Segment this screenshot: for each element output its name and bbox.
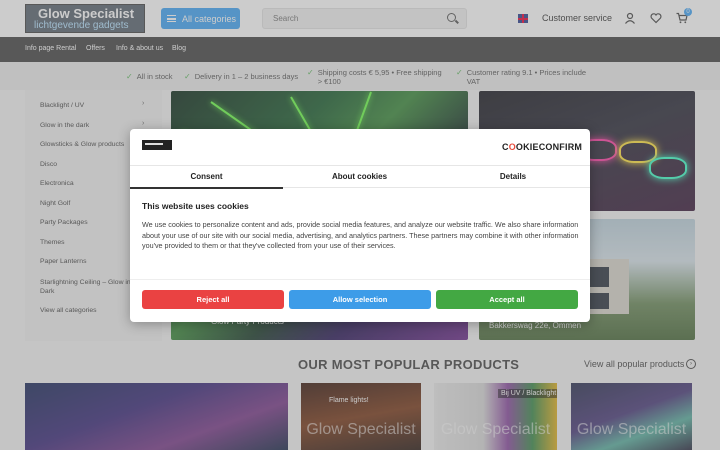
tab-about-cookies[interactable]: About cookies: [283, 172, 436, 181]
site-logo-small: [142, 140, 172, 150]
cookieconfirm-logo-rest: OKIECONFIRM: [515, 142, 583, 152]
cookie-title: This website uses cookies: [142, 201, 249, 211]
cookieconfirm-logo-o: O: [508, 142, 516, 152]
cookie-consent-dialog: COOKIECONFIRM Consent About cookies Deta…: [130, 129, 590, 322]
allow-selection-button[interactable]: Allow selection: [289, 290, 431, 309]
cookie-description: We use cookies to personalize content an…: [142, 220, 579, 250]
active-tab-indicator: [130, 187, 283, 189]
cookieconfirm-logo: COOKIECONFIRM: [502, 142, 582, 152]
accept-all-button[interactable]: Accept all: [436, 290, 578, 309]
cookieconfirm-logo-c: C: [502, 142, 509, 152]
reject-all-button[interactable]: Reject all: [142, 290, 284, 309]
cookie-tabs: Consent About cookies Details: [130, 165, 590, 189]
tab-consent[interactable]: Consent: [130, 172, 283, 181]
divider: [130, 279, 590, 280]
tab-details[interactable]: Details: [436, 172, 590, 181]
